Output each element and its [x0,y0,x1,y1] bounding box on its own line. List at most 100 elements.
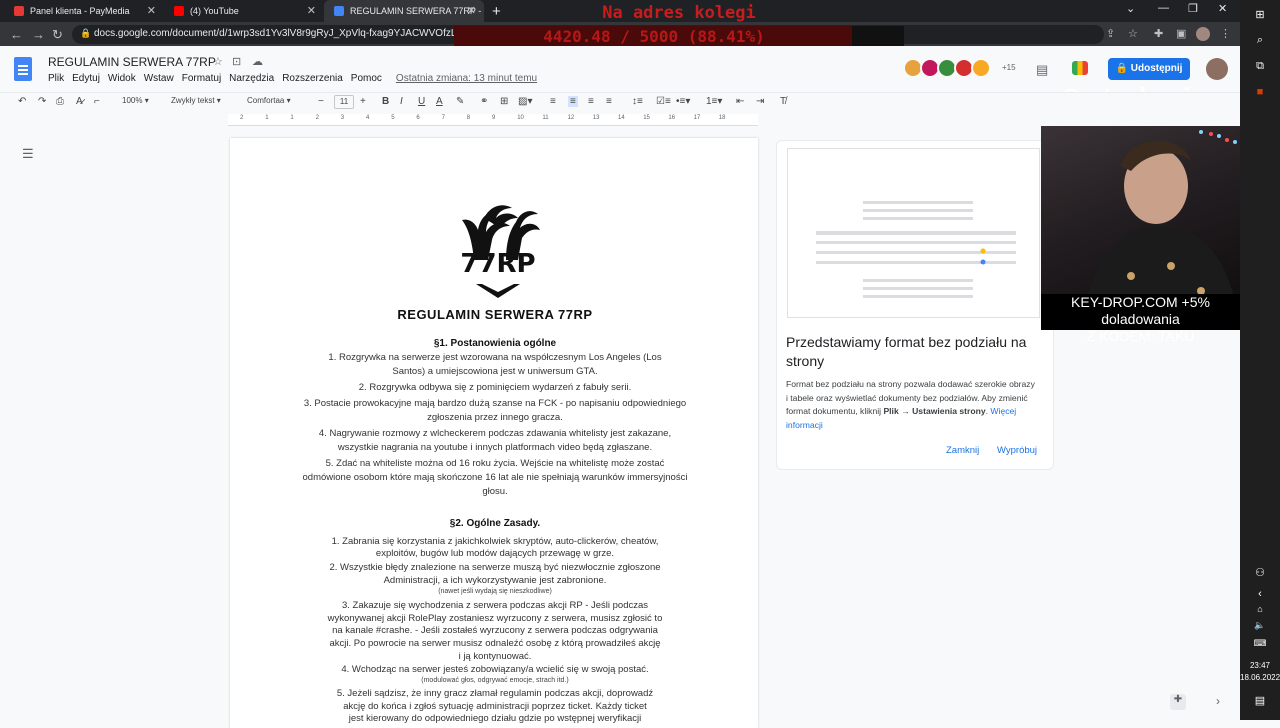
account-avatar[interactable] [1206,58,1228,80]
more-collaborators-count[interactable]: +15 [1002,63,1016,72]
volume-icon[interactable]: 🔈 [1240,620,1280,631]
clear-formatting-icon[interactable]: T̸ [780,96,786,107]
ruler-tick-label: 1 [265,115,269,121]
search-icon[interactable]: ⌕ [1240,34,1280,47]
comments-icon[interactable]: ▤ [1036,62,1048,78]
increase-indent-icon[interactable]: ⇥ [756,96,764,107]
explore-icon[interactable]: ✚ [1170,694,1186,710]
justify-icon[interactable]: ≡ [606,96,612,107]
profile-avatar[interactable] [1196,27,1210,41]
close-window-button[interactable]: ✕ [1218,2,1227,15]
menu-view[interactable]: Widok [108,73,136,84]
back-icon[interactable]: ← [10,27,23,42]
avatar[interactable] [971,58,991,78]
tab-youtube[interactable]: (4) YouTube ✕ [164,0,324,22]
tab-search-icon[interactable]: ⌄ [1126,2,1135,15]
reload-icon[interactable]: ↻ [52,27,63,43]
move-folder-icon[interactable]: ⊡ [232,55,241,68]
donation-progress-text: 4420.48 / 5000 (88.41%) [543,27,765,46]
try-button[interactable]: Wypróbuj [997,445,1037,456]
menu-insert[interactable]: Wstaw [144,73,174,84]
menu-help[interactable]: Pomoc [351,73,382,84]
tab-paymedia[interactable]: Panel klienta - PayMedia ✕ [4,0,164,22]
decrease-indent-icon[interactable]: ⇤ [736,96,744,107]
ruler-tick-label: 1 [290,115,294,121]
menu-file[interactable]: Plik [48,73,64,84]
bold-icon[interactable]: B [382,96,389,107]
text-color-icon[interactable]: A [436,96,443,107]
system-clock[interactable]: 23:47 18.06.2022 [1240,660,1280,684]
more-menu-icon[interactable]: ⋮ [1220,27,1231,40]
increase-font-size-icon[interactable]: + [360,96,366,107]
close-button[interactable]: Zamknij [946,445,979,456]
document-outline-icon[interactable]: ☰ [22,146,34,162]
rule-1-3-line-1: 3. Postacie prowokacyjne mają bardzo duż… [303,398,687,409]
style-select[interactable]: Zwykły tekst ▾ [171,96,221,105]
task-view-icon[interactable]: ⧉ [1240,60,1280,73]
url-text: docs.google.com/document/d/1wrp3sd1Yv3lV… [94,28,486,39]
donation-goal-overlay: Na adres kolegi 4420.48 / 5000 (88.41%) [454,0,904,47]
menu-format[interactable]: Formatuj [182,73,221,84]
menu-extensions[interactable]: Rozszerzenia [282,73,343,84]
google-docs-logo-icon[interactable] [14,57,32,81]
network-icon[interactable]: ⌂ [1240,604,1280,614]
highlight-icon[interactable]: ✎ [456,96,464,107]
share-page-icon[interactable]: ⇪ [1106,27,1115,40]
print-icon[interactable]: ⎙ [56,96,64,107]
tray-chevron-icon[interactable]: ‹ [1240,588,1280,600]
forward-icon[interactable]: → [32,27,45,42]
last-edit-link[interactable]: Ostatnia zmiana: 13 minut temu [396,73,537,84]
align-center-icon[interactable]: ≡ [568,96,578,107]
keyboard-icon[interactable]: ⌨ [1240,638,1280,649]
server-logo: 77RP Server [460,205,540,298]
notifications-icon[interactable]: ▤ [1240,694,1280,707]
rule-2-2-line-2: Administracji, a ich wykorzystywanie jes… [383,575,607,586]
youtube-icon [174,6,184,16]
bulleted-list-icon[interactable]: •≡▾ [676,96,690,107]
paint-format-icon[interactable]: ⌐ [94,96,100,107]
people-icon[interactable]: ⚇ [1240,566,1280,579]
line-spacing-icon[interactable]: ↕≡ [632,96,643,107]
ruler-tick-label: 13 [592,115,600,121]
close-tab-icon[interactable]: ✕ [307,4,316,17]
undo-icon[interactable]: ↶ [18,96,26,107]
link-icon[interactable]: ⚭ [480,96,488,107]
document-heading: REGULAMIN SERWERA 77RP [397,307,593,322]
comment-icon[interactable]: ⊞ [500,96,508,107]
app-icon[interactable]: ■ [1240,86,1280,98]
font-select[interactable]: Comfortaa ▾ [247,96,291,105]
ruler-tick-label: 18 [718,115,726,121]
checklist-icon[interactable]: ☑≡ [656,96,671,107]
font-size-input[interactable]: 11 [334,95,354,109]
align-left-icon[interactable]: ≡ [550,96,556,107]
rule-1-5-line-2: odmówione osobom które mają skończone 16… [302,472,688,483]
decrease-font-size-icon[interactable]: − [318,96,324,107]
document-title[interactable]: REGULAMIN SERWERA 77RP [48,55,216,69]
side-panel-toggle-icon[interactable]: › [1216,694,1220,708]
numbered-list-icon[interactable]: 1≡▾ [706,96,722,107]
image-icon[interactable]: ▨▾ [518,96,532,107]
extensions-icon[interactable]: ✚ [1154,27,1163,40]
sidepanel-icon[interactable]: ▣ [1176,27,1186,40]
cloud-status-icon[interactable]: ☁ [252,55,263,68]
star-icon[interactable]: ☆ [213,55,223,68]
share-button[interactable]: 🔒 Udostępnij [1108,58,1190,80]
menu-tools[interactable]: Narzędzia [229,73,274,84]
bookmark-star-icon[interactable]: ☆ [1128,27,1138,40]
close-tab-icon[interactable]: ✕ [147,4,156,17]
ruler-tick-label: 12 [567,115,575,121]
start-icon[interactable]: ⊞ [1240,8,1280,21]
zoom-select[interactable]: 100% ▾ [122,96,149,105]
menu-edit[interactable]: Edytuj [72,73,100,84]
align-right-icon[interactable]: ≡ [588,96,594,107]
collaborator-avatars[interactable] [903,58,991,78]
italic-icon[interactable]: I [400,96,403,107]
redo-icon[interactable]: ↷ [38,96,46,107]
minimize-button[interactable]: — [1158,2,1169,14]
share-label: Udostępnij [1130,63,1183,74]
underline-icon[interactable]: U [418,96,425,107]
spellcheck-icon[interactable]: A̷ [76,96,83,107]
restore-button[interactable]: ❐ [1188,2,1198,15]
meet-icon[interactable] [1072,61,1088,75]
promo-banner: KEY-DROP.COM +5% doladowania Z KODEM: TA… [1041,294,1240,344]
